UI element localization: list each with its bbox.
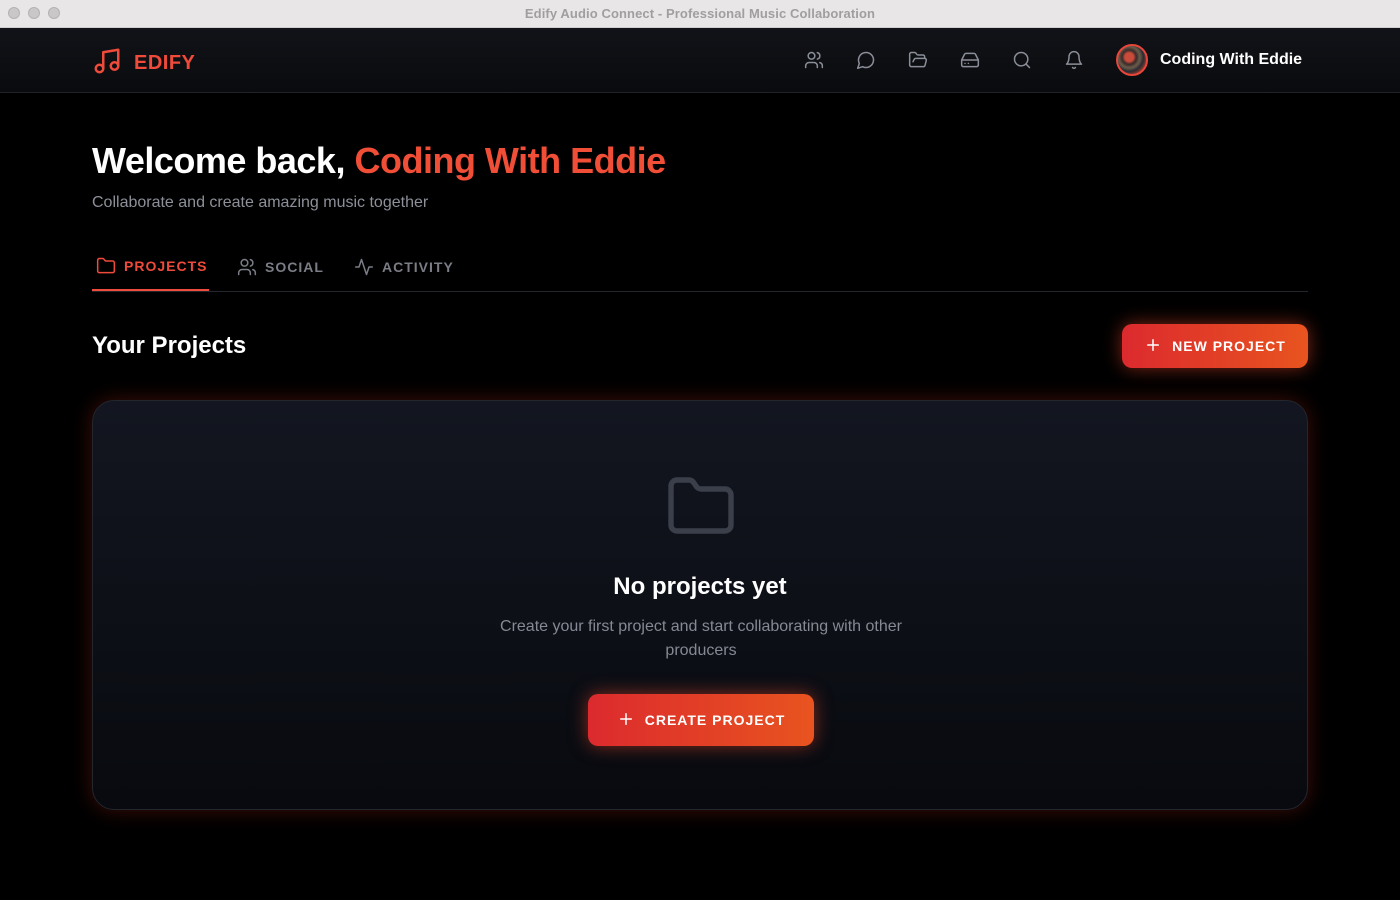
main-tabs: PROJECTS SOCIAL ACTIVITY [92, 243, 1308, 292]
plus-icon [1144, 336, 1162, 357]
user-profile-menu[interactable]: Coding With Eddie [1116, 44, 1302, 76]
page-title: Welcome back, Coding With Eddie [92, 140, 666, 182]
welcome-section: Welcome back, Coding With Eddie Collabor… [92, 140, 666, 212]
projects-empty-state: No projects yet Create your first projec… [92, 400, 1308, 810]
plus-icon [617, 710, 635, 731]
tab-projects[interactable]: PROJECTS [92, 243, 209, 291]
tab-label: ACTIVITY [382, 259, 454, 275]
create-project-button[interactable]: CREATE PROJECT [588, 694, 814, 746]
folder-icon [96, 256, 116, 276]
zoom-window-button[interactable] [48, 7, 60, 19]
new-project-button[interactable]: NEW PROJECT [1122, 324, 1308, 368]
bell-icon[interactable] [1062, 48, 1086, 72]
window-controls[interactable] [8, 7, 60, 19]
user-name: Coding With Eddie [1160, 51, 1303, 68]
tab-label: SOCIAL [265, 259, 324, 275]
greeting-user-name: Coding With Eddie [354, 140, 666, 181]
window-title: Edify Audio Connect - Professional Music… [524, 6, 876, 21]
tab-activity[interactable]: ACTIVITY [354, 243, 454, 291]
users-icon [237, 257, 257, 277]
create-project-label: CREATE PROJECT [644, 712, 786, 728]
inbox-drive-icon[interactable] [958, 48, 982, 72]
page-subtitle: Collaborate and create amazing music tog… [92, 194, 429, 211]
folder-icon [663, 471, 739, 548]
minimize-window-button[interactable] [28, 7, 40, 19]
brand-name: EDIFY [134, 52, 196, 74]
empty-state-title: No projects yet [613, 573, 787, 600]
section-title: Your Projects [92, 332, 247, 359]
greeting-text: Welcome back, [92, 140, 345, 181]
close-window-button[interactable] [8, 7, 20, 19]
avatar[interactable] [1116, 44, 1148, 76]
users-icon[interactable] [802, 48, 826, 72]
brand-logo[interactable]: EDIFY [92, 46, 195, 81]
tab-label: PROJECTS [124, 258, 208, 274]
search-icon[interactable] [1010, 48, 1034, 72]
activity-pulse-icon [354, 257, 374, 277]
new-project-label: NEW PROJECT [1172, 338, 1286, 354]
empty-state-text: Create your first project and start coll… [500, 618, 902, 659]
chat-bubble-icon[interactable] [854, 48, 878, 72]
window-titlebar: Edify Audio Connect - Professional Music… [0, 0, 1400, 28]
tab-social[interactable]: SOCIAL [237, 243, 324, 291]
music-note-icon [92, 46, 122, 81]
app-header: EDIFY Coding With Eddie [0, 28, 1400, 93]
folder-open-icon[interactable] [906, 48, 930, 72]
header-nav [802, 48, 1086, 72]
